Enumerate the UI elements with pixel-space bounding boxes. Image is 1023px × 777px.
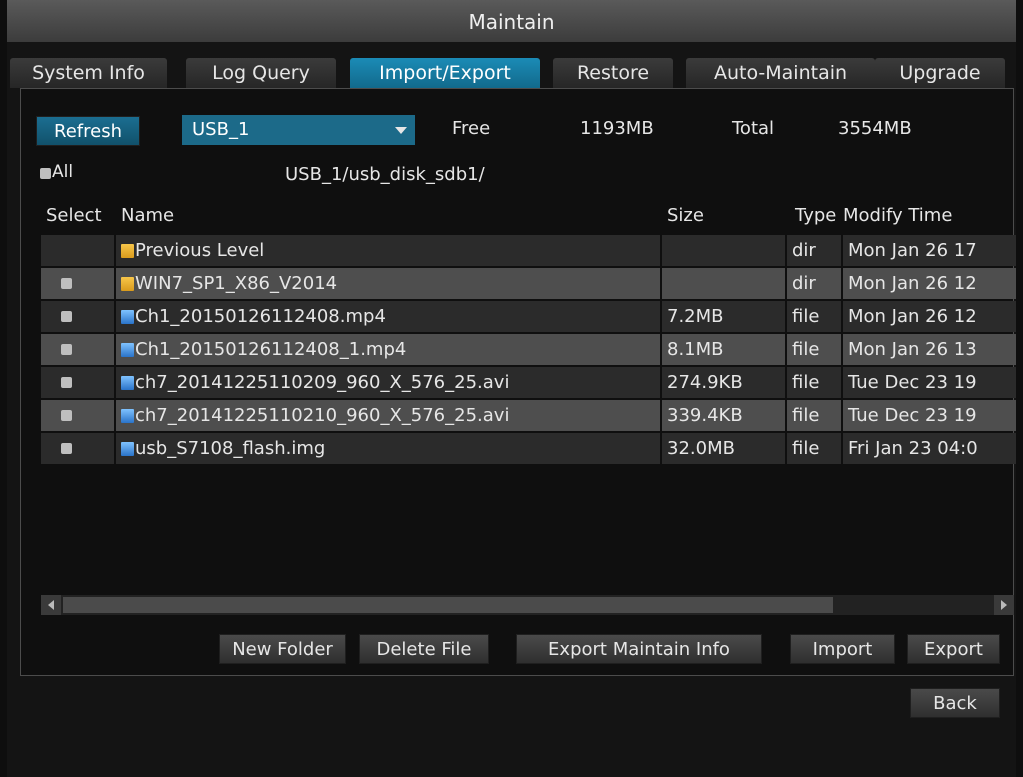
chevron-right-icon — [1001, 600, 1007, 610]
type-cell: dir — [787, 268, 841, 299]
tab-import-export[interactable]: Import/Export — [350, 58, 540, 88]
size-cell — [662, 268, 785, 299]
scroll-right-button[interactable] — [994, 595, 1014, 615]
type-cell: file — [787, 433, 841, 464]
file-icon — [121, 343, 134, 357]
file-name: WIN7_SP1_X86_V2014 — [135, 273, 338, 294]
table-row[interactable]: ch7_20141225110209_960_X_576_25.avi 274.… — [41, 367, 1016, 398]
size-cell: 8.1MB — [662, 334, 785, 365]
modify-time-cell: Tue Dec 23 19 — [843, 400, 1016, 431]
file-name: Ch1_20150126112408_1.mp4 — [135, 339, 407, 360]
tab-upgrade[interactable]: Upgrade — [875, 58, 1005, 88]
total-value: 3554MB — [838, 118, 912, 139]
row-checkbox[interactable] — [61, 278, 72, 289]
file-name: ch7_20141225110210_960_X_576_25.avi — [135, 405, 510, 426]
name-cell: Previous Level — [116, 235, 660, 266]
export-button[interactable]: Export — [907, 634, 1000, 664]
column-header-modify-time[interactable]: Modify Time — [843, 199, 952, 233]
scroll-thumb[interactable] — [63, 597, 833, 613]
column-header-size[interactable]: Size — [667, 199, 704, 233]
device-select-value: USB_1 — [192, 119, 250, 140]
new-folder-button[interactable]: New Folder — [219, 634, 346, 664]
column-header-name[interactable]: Name — [121, 199, 174, 233]
window-title: Maintain — [468, 10, 555, 34]
name-cell: ch7_20141225110210_960_X_576_25.avi — [116, 400, 660, 431]
row-checkbox[interactable] — [61, 311, 72, 322]
name-cell: Ch1_20150126112408.mp4 — [116, 301, 660, 332]
select-cell — [41, 400, 114, 431]
file-icon — [121, 442, 134, 456]
modify-time-cell: Fri Jan 23 04:0 — [843, 433, 1016, 464]
chevron-left-icon — [48, 600, 54, 610]
free-value: 1193MB — [580, 118, 654, 139]
size-cell: 274.9KB — [662, 367, 785, 398]
table-row[interactable]: ch7_20141225110210_960_X_576_25.avi 339.… — [41, 400, 1016, 431]
file-name: Ch1_20150126112408.mp4 — [135, 306, 386, 327]
file-table: Select Name Size Type Modify Time Previo… — [41, 199, 1016, 595]
type-cell: file — [787, 367, 841, 398]
row-checkbox[interactable] — [61, 377, 72, 388]
current-path: USB_1/usb_disk_sdb1/ — [285, 164, 485, 185]
name-cell: ch7_20141225110209_960_X_576_25.avi — [116, 367, 660, 398]
horizontal-scrollbar[interactable] — [41, 595, 1014, 615]
name-cell: usb_S7108_flash.img — [116, 433, 660, 464]
table-row[interactable]: Ch1_20150126112408_1.mp4 8.1MB file Mon … — [41, 334, 1016, 365]
file-name: Previous Level — [135, 240, 265, 261]
column-header-type[interactable]: Type — [795, 199, 836, 233]
modify-time-cell: Mon Jan 26 13 — [843, 334, 1016, 365]
file-icon — [121, 310, 134, 324]
modify-time-cell: Mon Jan 26 12 — [843, 268, 1016, 299]
file-name: usb_S7108_flash.img — [135, 438, 326, 459]
total-label: Total — [732, 118, 775, 139]
size-cell: 339.4KB — [662, 400, 785, 431]
chevron-down-icon — [395, 127, 407, 134]
select-cell — [41, 235, 114, 266]
select-all-checkbox[interactable] — [40, 168, 51, 179]
column-header-select: Select — [46, 205, 102, 226]
type-cell: file — [787, 400, 841, 431]
name-cell: Ch1_20150126112408_1.mp4 — [116, 334, 660, 365]
type-cell: file — [787, 334, 841, 365]
table-row[interactable]: usb_S7108_flash.img 32.0MB file Fri Jan … — [41, 433, 1016, 464]
folder-icon — [121, 277, 134, 291]
table-row[interactable]: Previous Level dir Mon Jan 26 17 — [41, 235, 1016, 266]
file-icon — [121, 376, 134, 390]
modify-time-cell: Mon Jan 26 17 — [843, 235, 1016, 266]
size-cell: 7.2MB — [662, 301, 785, 332]
select-cell — [41, 367, 114, 398]
back-button[interactable]: Back — [910, 688, 1000, 718]
tab-restore[interactable]: Restore — [553, 58, 673, 88]
size-cell: 32.0MB — [662, 433, 785, 464]
select-cell — [41, 268, 114, 299]
free-label: Free — [452, 118, 491, 139]
row-checkbox[interactable] — [61, 410, 72, 421]
export-maintain-info-button[interactable]: Export Maintain Info — [516, 634, 762, 664]
select-cell — [41, 433, 114, 464]
window-title-bar: Maintain — [7, 0, 1016, 43]
device-select[interactable]: USB_1 — [182, 115, 415, 145]
row-checkbox[interactable] — [61, 344, 72, 355]
modify-time-cell: Tue Dec 23 19 — [843, 367, 1016, 398]
select-cell — [41, 301, 114, 332]
table-row[interactable]: WIN7_SP1_X86_V2014 dir Mon Jan 26 12 — [41, 268, 1016, 299]
scroll-left-button[interactable] — [41, 595, 61, 615]
type-cell: file — [787, 301, 841, 332]
tab-log-query[interactable]: Log Query — [186, 58, 336, 88]
folder-up-icon — [121, 244, 134, 258]
delete-file-button[interactable]: Delete File — [359, 634, 489, 664]
size-cell — [662, 235, 785, 266]
name-cell: WIN7_SP1_X86_V2014 — [116, 268, 660, 299]
tab-system-info[interactable]: System Info — [10, 58, 167, 88]
import-button[interactable]: Import — [790, 634, 895, 664]
modify-time-cell: Mon Jan 26 12 — [843, 301, 1016, 332]
select-cell — [41, 334, 114, 365]
row-checkbox[interactable] — [61, 443, 72, 454]
refresh-button[interactable]: Refresh — [36, 116, 140, 146]
table-row[interactable]: Ch1_20150126112408.mp4 7.2MB file Mon Ja… — [41, 301, 1016, 332]
file-icon — [121, 409, 134, 423]
select-all-label: All — [52, 162, 74, 182]
type-cell: dir — [787, 235, 841, 266]
tab-auto-maintain[interactable]: Auto-Maintain — [686, 58, 875, 88]
file-name: ch7_20141225110209_960_X_576_25.avi — [135, 372, 510, 393]
